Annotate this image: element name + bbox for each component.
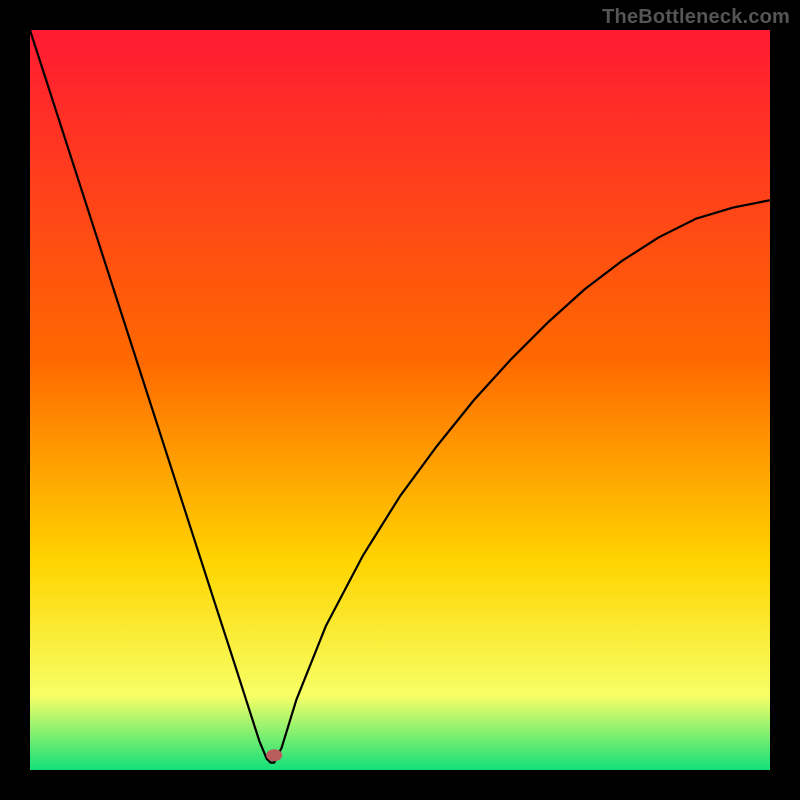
gradient-background: [30, 30, 770, 770]
chart-svg: [30, 30, 770, 770]
optimum-marker: [266, 749, 282, 761]
chart-frame: TheBottleneck.com: [0, 0, 800, 800]
plot-area: [30, 30, 770, 770]
watermark-label: TheBottleneck.com: [602, 6, 790, 29]
